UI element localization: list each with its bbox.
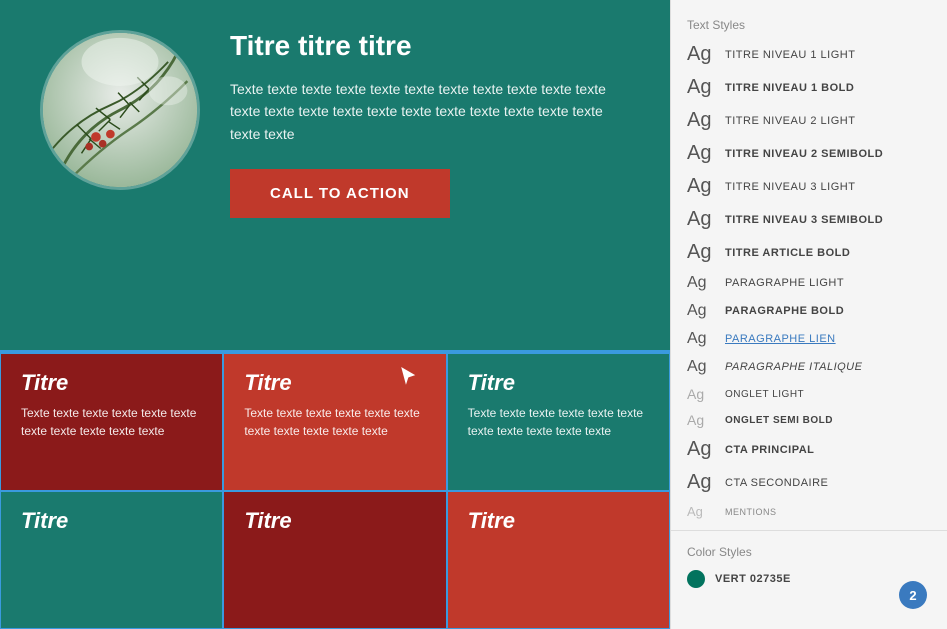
- hero-title: Titre titre titre: [230, 30, 630, 62]
- style-item-para-italic[interactable]: Ag PARAGRAPHE ITALIQUE: [671, 353, 947, 381]
- panel-divider: [671, 530, 947, 531]
- ag-sample-icon: Ag: [687, 412, 715, 428]
- grid-section: Titre Texte texte texte texte texte text…: [0, 350, 670, 629]
- ag-sample-icon: Ag: [687, 241, 715, 264]
- main-panel: Titre titre titre Texte texte texte text…: [0, 0, 670, 629]
- hero-section: Titre titre titre Texte texte texte text…: [0, 0, 670, 350]
- style-item-para-bold[interactable]: Ag PARAGRAPHE BOLD: [671, 297, 947, 325]
- style-label: PARAGRAPHE ITALIQUE: [725, 361, 862, 373]
- style-item-onglet-semi[interactable]: Ag ONGLET SEMI BOLD: [671, 407, 947, 433]
- style-label: TITRE NIVEAU 3 LIGHT: [725, 181, 855, 193]
- grid-cell-2: Titre Texte texte texte texte texte text…: [223, 353, 446, 491]
- ag-sample-icon: Ag: [687, 438, 715, 461]
- style-label: ONGLET LIGHT: [725, 389, 804, 400]
- grid-cell-1: Titre Texte texte texte texte texte text…: [0, 353, 223, 491]
- ag-sample-icon: Ag: [687, 358, 715, 376]
- hero-text-block: Titre titre titre Texte texte texte text…: [230, 30, 630, 218]
- style-label: TITRE NIVEAU 3 SEMIBOLD: [725, 214, 883, 226]
- grid-cell-1-title: Titre: [21, 370, 202, 396]
- ag-sample-icon: Ag: [687, 109, 715, 132]
- ag-sample-icon: Ag: [687, 471, 715, 494]
- style-label: TITRE ARTICLE BOLD: [725, 247, 850, 259]
- text-styles-heading: Text Styles: [671, 10, 947, 38]
- cursor-icon: [400, 366, 416, 391]
- cta-button[interactable]: CALL TO ACTION: [230, 169, 450, 218]
- grid-cell-4-title: Titre: [21, 508, 202, 534]
- grid-cell-4: Titre: [0, 491, 223, 629]
- ag-sample-icon: Ag: [687, 142, 715, 165]
- style-label: TITRE NIVEAU 1 BOLD: [725, 82, 854, 94]
- ag-sample-icon: Ag: [687, 386, 715, 402]
- style-item-niveau3-light[interactable]: Ag TITRE NIVEAU 3 LIGHT: [671, 170, 947, 203]
- grid-cell-1-body: Texte texte texte texte texte texte text…: [21, 404, 202, 440]
- notification-badge[interactable]: 2: [899, 581, 927, 609]
- grid-cell-5-title: Titre: [244, 508, 425, 534]
- grid-cell-3: Titre Texte texte texte texte texte text…: [447, 353, 670, 491]
- style-item-mentions[interactable]: Ag MENTIONS: [671, 499, 947, 524]
- grid-cell-5: Titre: [223, 491, 446, 629]
- style-label: PARAGRAPHE BOLD: [725, 305, 844, 317]
- style-label: PARAGRAPHE LIGHT: [725, 277, 844, 289]
- hero-image-placeholder: [43, 33, 197, 187]
- style-label: CTA SECONDAIRE: [725, 477, 828, 489]
- style-label: TITRE NIVEAU 2 LIGHT: [725, 115, 855, 127]
- style-item-niveau3-semibold[interactable]: Ag TITRE NIVEAU 3 SEMIBOLD: [671, 203, 947, 236]
- ag-sample-icon: Ag: [687, 175, 715, 198]
- grid-cell-3-body: Texte texte texte texte texte texte text…: [468, 404, 649, 440]
- ag-sample-icon: Ag: [687, 330, 715, 348]
- style-label: TITRE NIVEAU 2 SEMIBOLD: [725, 148, 883, 160]
- right-panel: Text Styles Ag TITRE NIVEAU 1 LIGHT Ag T…: [670, 0, 947, 629]
- style-item-niveau2-light[interactable]: Ag TITRE NIVEAU 2 LIGHT: [671, 104, 947, 137]
- style-item-para-lien[interactable]: Ag PARAGRAPHE LIEN: [671, 325, 947, 353]
- style-item-cta-principal[interactable]: Ag CTA PRINCIPAL: [671, 433, 947, 466]
- ag-sample-icon: Ag: [687, 504, 715, 519]
- grid-cell-2-title: Titre: [244, 370, 425, 396]
- grid-cell-3-title: Titre: [468, 370, 649, 396]
- ag-sample-icon: Ag: [687, 302, 715, 320]
- grid-cell-6: Titre: [447, 491, 670, 629]
- ag-sample-icon: Ag: [687, 274, 715, 292]
- style-label: MENTIONS: [725, 507, 777, 517]
- hero-image: [40, 30, 200, 190]
- style-label: ONGLET SEMI BOLD: [725, 415, 833, 426]
- style-item-niveau1-light[interactable]: Ag TITRE NIVEAU 1 LIGHT: [671, 38, 947, 71]
- color-styles-heading: Color Styles: [671, 537, 947, 565]
- ag-sample-icon: Ag: [687, 208, 715, 231]
- color-swatch-vert: [687, 570, 705, 588]
- hero-body: Texte texte texte texte texte texte text…: [230, 78, 630, 145]
- style-label: CTA PRINCIPAL: [725, 444, 814, 456]
- grid-cell-6-title: Titre: [468, 508, 649, 534]
- style-item-article-bold[interactable]: Ag TITRE ARTICLE BOLD: [671, 236, 947, 269]
- style-item-para-light[interactable]: Ag PARAGRAPHE LIGHT: [671, 269, 947, 297]
- style-item-niveau1-bold[interactable]: Ag TITRE NIVEAU 1 BOLD: [671, 71, 947, 104]
- style-item-onglet-light[interactable]: Ag ONGLET LIGHT: [671, 381, 947, 407]
- style-label: PARAGRAPHE LIEN: [725, 333, 836, 345]
- ag-sample-icon: Ag: [687, 76, 715, 99]
- ag-sample-icon: Ag: [687, 43, 715, 66]
- style-label: TITRE NIVEAU 1 LIGHT: [725, 49, 855, 61]
- style-item-cta-secondaire[interactable]: Ag CTA SECONDAIRE: [671, 466, 947, 499]
- grid-cell-2-body: Texte texte texte texte texte texte text…: [244, 404, 425, 440]
- color-label-vert: VERT 02735E: [715, 573, 791, 585]
- style-item-niveau2-semibold[interactable]: Ag TITRE NIVEAU 2 SEMIBOLD: [671, 137, 947, 170]
